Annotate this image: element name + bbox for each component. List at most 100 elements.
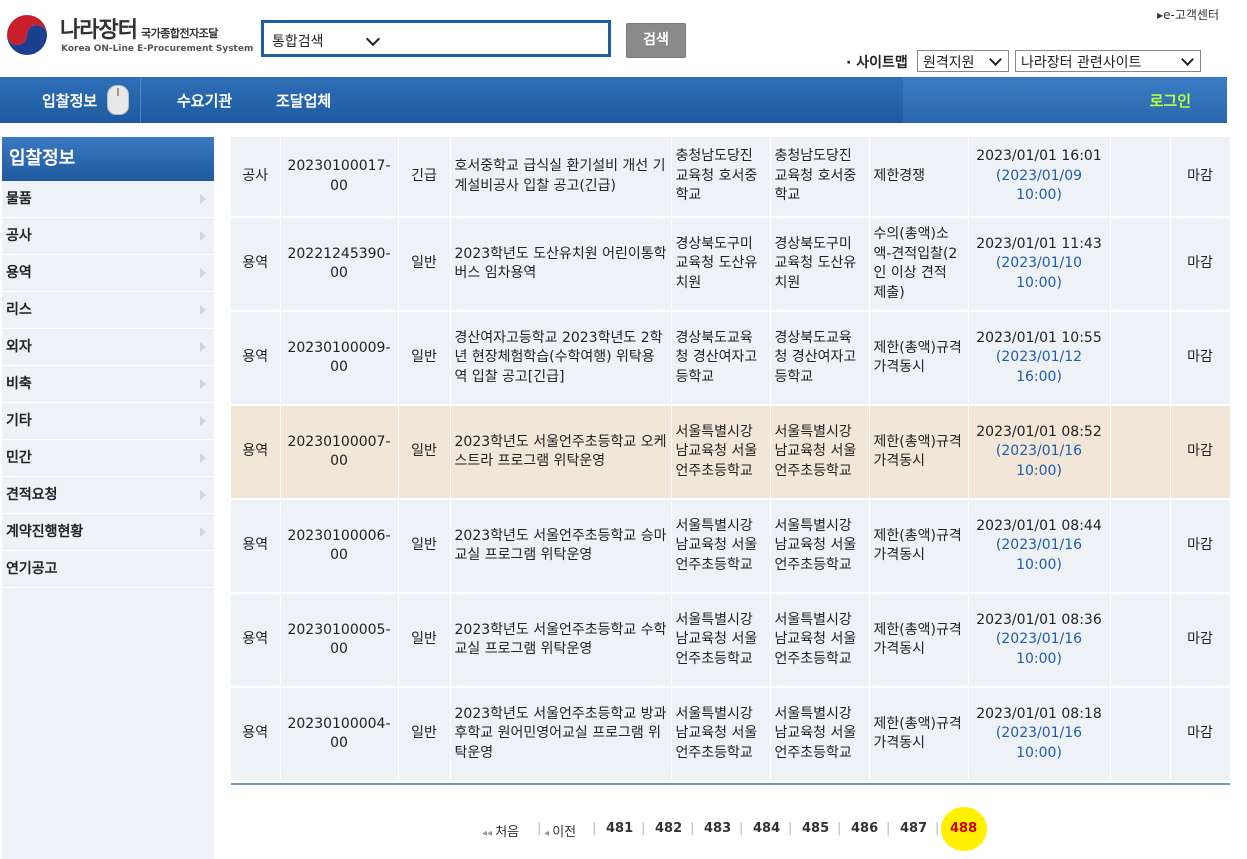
- sidebar-item[interactable]: 계약진행현황: [2, 514, 214, 551]
- empty-cell: [1110, 593, 1171, 688]
- bid-number-link[interactable]: 20230100009-00: [280, 311, 399, 406]
- sidebar-item[interactable]: 리스: [2, 292, 214, 329]
- double-left-arrow-icon: ◂◂: [482, 828, 496, 839]
- empty-cell: [1110, 499, 1171, 594]
- bid-number-link[interactable]: 20230100006-00: [280, 499, 399, 594]
- sidebar-item[interactable]: 공사: [2, 218, 214, 255]
- bid-number-link[interactable]: 20230100007-00: [280, 405, 399, 500]
- chevron-right-icon: [200, 194, 206, 204]
- bid-title-link[interactable]: 2023학년도 서울언주초등학교 오케스트라 프로그램 위탁운영: [450, 405, 672, 500]
- nav-demand-agency[interactable]: 수요기관: [177, 90, 232, 111]
- deadline-date: (2023/01/10 10:00): [995, 255, 1083, 291]
- demand-agency: 서울특별시강남교육청 서울언주초등학교: [770, 687, 870, 782]
- pager-divider: |: [537, 821, 542, 836]
- sidebar-item-label: 비축: [6, 376, 32, 392]
- sidebar-item-label: 외자: [6, 339, 32, 355]
- empty-cell: [1110, 405, 1171, 500]
- bid-title-link[interactable]: 호서중학교 급식실 환기설비 개선 기계설비공사 입찰 공고(긴급): [450, 137, 672, 218]
- bid-type: 용역: [231, 311, 281, 406]
- remote-support-select[interactable]: 원격지원: [917, 50, 1009, 72]
- bid-kind: 일반: [398, 499, 451, 594]
- bid-title-link[interactable]: 2023학년도 도산유치원 어린이통학버스 임차용역: [450, 217, 672, 312]
- related-sites-select[interactable]: 나라장터 관련사이트: [1015, 50, 1201, 72]
- notice-agency: 경상북도교육청 경산여자고등학교: [671, 311, 771, 406]
- bid-status: 마감: [1170, 499, 1231, 594]
- sidebar-item-label: 계약진행현황: [6, 524, 84, 540]
- notice-agency: 서울특별시강남교육청 서울언주초등학교: [671, 499, 771, 594]
- bid-title-link[interactable]: 경산여자고등학교 2023학년도 2학년 현장체험학습(수학여행) 위탁용역 입…: [450, 311, 672, 406]
- page-482[interactable]: 482: [655, 821, 682, 836]
- page-483[interactable]: 483: [704, 821, 731, 836]
- bid-type: 용역: [231, 687, 281, 782]
- notice-agency: 경상북도구미교육청 도산유치원: [671, 217, 771, 312]
- sidebar-item[interactable]: 기타: [2, 403, 214, 440]
- sidebar: 입찰정보 물품 공사 용역 리스 외자 비축 기타 민간 견적요청 계약진행현황 연기공고: [2, 137, 214, 859]
- posted-date: 2023/01/01 16:01: [976, 148, 1102, 165]
- bid-number-link[interactable]: 20221245390-00: [280, 217, 399, 312]
- search-button[interactable]: 검색: [626, 23, 686, 58]
- nav-supplier[interactable]: 조달업체: [276, 90, 331, 111]
- chevron-right-icon: [200, 416, 206, 426]
- pager-divider: |: [935, 821, 940, 836]
- table-row: 공사 20230100017-00 긴급 호서중학교 급식실 환기설비 개선 기계설비…: [231, 137, 1231, 218]
- empty-cell: [1110, 217, 1171, 312]
- left-arrow-icon: ◂: [544, 828, 553, 839]
- posted-datetime: 2023/01/01 16:01 (2023/01/09 10:00): [968, 137, 1111, 218]
- page-481[interactable]: 481: [606, 821, 633, 836]
- sidebar-item-label: 리스: [6, 302, 32, 318]
- chevron-right-icon: [200, 453, 206, 463]
- sidebar-item[interactable]: 비축: [2, 366, 214, 403]
- current-page[interactable]: 488: [950, 821, 977, 836]
- page-487[interactable]: 487: [900, 821, 927, 836]
- bid-number-link[interactable]: 20230100005-00: [280, 593, 399, 688]
- contract-method: 제한(총액)규격가격동시: [869, 687, 969, 782]
- bid-title-link[interactable]: 2023학년도 서울언주초등학교 방과후학교 원어민영어교실 프로그램 위탁운영: [450, 687, 672, 782]
- chevron-down-icon: [365, 31, 381, 47]
- site-logo[interactable]: 나라장터 국가종합전자조달 Korea ON-Line E-Procurement…: [4, 12, 254, 64]
- first-page-link[interactable]: ◂◂ 처음: [482, 821, 519, 840]
- nav-right-panel: 로그인: [903, 77, 1227, 123]
- table-row: 용역 20230100009-00 일반 경산여자고등학교 2023학년도 2학년 현…: [231, 311, 1231, 406]
- prev-page-link[interactable]: ◂ 이전: [544, 821, 576, 840]
- bid-status: 마감: [1170, 217, 1231, 312]
- sidebar-item-label: 용역: [6, 265, 32, 281]
- logo-subtitle: 국가종합전자조달: [140, 27, 218, 40]
- sidebar-item[interactable]: 민간: [2, 440, 214, 477]
- login-button[interactable]: 로그인: [1150, 90, 1191, 111]
- logo-english-name: Korea ON-Line E-Procurement System: [61, 44, 254, 54]
- sidebar-item-label: 기타: [6, 413, 32, 429]
- deadline-date: (2023/01/09 10:00): [995, 167, 1083, 204]
- posted-date: 2023/01/01 11:43: [976, 235, 1102, 252]
- page-485[interactable]: 485: [802, 821, 829, 836]
- sidebar-item[interactable]: 외자: [2, 329, 214, 366]
- bid-kind: 일반: [398, 311, 451, 406]
- page-484[interactable]: 484: [753, 821, 780, 836]
- table-bottom-border: [231, 783, 1230, 785]
- sitemap-link[interactable]: · 사이트맵: [846, 52, 908, 72]
- bid-status: 마감: [1170, 405, 1231, 500]
- posted-datetime: 2023/01/01 08:36 (2023/01/16 10:00): [968, 593, 1111, 688]
- sidebar-item[interactable]: 용역: [2, 255, 214, 292]
- pager-divider: |: [739, 821, 744, 836]
- pager-divider: |: [592, 821, 597, 836]
- pager-divider: |: [641, 821, 646, 836]
- page-486[interactable]: 486: [851, 821, 878, 836]
- nav-bid-info[interactable]: 입찰정보: [42, 90, 97, 111]
- contract-method: 제한(총액)규격가격동시: [869, 593, 969, 688]
- customer-center-link[interactable]: ▸e-고객센터: [1157, 6, 1219, 23]
- sidebar-item[interactable]: 물품: [2, 181, 214, 218]
- bid-number-link[interactable]: 20230100004-00: [280, 687, 399, 782]
- search-scope-select[interactable]: 통합검색: [261, 20, 611, 57]
- demand-agency: 경상북도교육청 경산여자고등학교: [770, 311, 870, 406]
- posted-date: 2023/01/01 08:52: [976, 423, 1102, 440]
- deadline-date: (2023/01/16 10:00): [995, 631, 1083, 667]
- search-scope-value: 통합검색: [272, 34, 324, 50]
- sidebar-item[interactable]: 견적요청: [2, 477, 214, 514]
- bid-number-link[interactable]: 20230100017-00: [280, 137, 399, 218]
- table-row: 용역 20230100005-00 일반 2023학년도 서울언주초등학교 수학교실 …: [231, 593, 1231, 688]
- bid-title-link[interactable]: 2023학년도 서울언주초등학교 수학교실 프로그램 위탁운영: [450, 593, 672, 688]
- posted-datetime: 2023/01/01 10:55 (2023/01/12 16:00): [968, 311, 1111, 406]
- sidebar-item[interactable]: 연기공고: [2, 551, 214, 588]
- notice-agency: 충청남도당진교육청 호서중학교: [671, 137, 771, 218]
- bid-title-link[interactable]: 2023학년도 서울언주초등학교 승마교실 프로그램 위탁운영: [450, 499, 672, 594]
